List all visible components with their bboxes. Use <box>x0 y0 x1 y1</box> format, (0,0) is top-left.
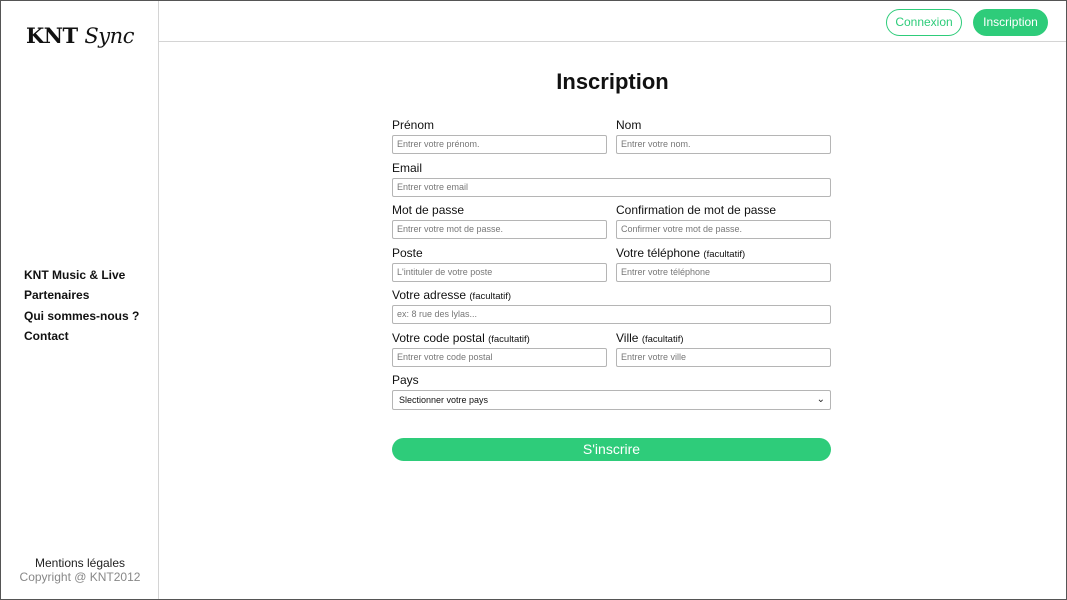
address-label: Votre adresse (facultatif) <box>392 288 511 302</box>
postal-code-input[interactable]: Entrer votre code postal <box>392 348 607 367</box>
chevron-down-icon: ⌄ <box>816 394 825 405</box>
country-label: Pays <box>392 373 419 387</box>
phone-label: Votre téléphone (facultatif) <box>616 246 745 260</box>
legal-notice-link[interactable]: Mentions légales <box>1 556 159 570</box>
nav-item-music-live[interactable]: KNT Music & Live <box>24 267 139 287</box>
city-label-text: Ville <box>616 331 639 345</box>
password-confirm-input[interactable]: Confirmer votre mot de passe. <box>616 220 831 239</box>
email-input[interactable]: Entrer votre email <box>392 178 831 197</box>
password-input[interactable]: Entrer votre mot de passe. <box>392 220 607 239</box>
city-label: Ville (facultatif) <box>616 331 684 345</box>
country-select[interactable]: Slectionner votre pays ⌄ <box>392 390 831 410</box>
address-label-text: Votre adresse <box>392 288 467 302</box>
email-label: Email <box>392 161 423 175</box>
position-input[interactable]: L'intituler de votre poste <box>392 263 607 282</box>
sidebar: KNT Sync KNT Music & Live Partenaires Qu… <box>1 1 159 599</box>
firstname-input[interactable]: Entrer votre prénom. <box>392 135 607 154</box>
firstname-label: Prénom <box>392 118 435 132</box>
sidebar-nav: KNT Music & Live Partenaires Qui sommes-… <box>24 267 139 348</box>
copyright-text: Copyright @ KNT2012 <box>19 570 141 584</box>
postal-code-label-text: Votre code postal <box>392 331 485 345</box>
password-label: Mot de passe <box>392 203 465 217</box>
country-select-value: Slectionner votre pays <box>399 395 489 405</box>
logo-script-text: Sync <box>84 24 134 48</box>
top-bar: Connexion Inscription <box>159 1 1066 42</box>
city-optional-hint: (facultatif) <box>641 334 684 345</box>
city-input[interactable]: Entrer votre ville <box>616 348 831 367</box>
postal-code-label: Votre code postal (facultatif) <box>392 331 530 345</box>
nav-item-contact[interactable]: Contact <box>24 328 139 348</box>
nav-item-about[interactable]: Qui sommes-nous ? <box>24 308 139 328</box>
phone-label-text: Votre téléphone <box>616 246 701 260</box>
address-optional-hint: (facultatif) <box>469 291 512 302</box>
submit-button[interactable]: S'inscrire <box>392 438 831 461</box>
position-label: Poste <box>392 246 423 260</box>
phone-input[interactable]: Entrer votre téléphone <box>616 263 831 282</box>
login-button[interactable]: Connexion <box>886 9 962 36</box>
nav-item-partners[interactable]: Partenaires <box>24 287 139 307</box>
phone-optional-hint: (facultatif) <box>703 249 746 260</box>
password-confirm-label: Confirmation de mot de passe <box>616 203 777 217</box>
lastname-input[interactable]: Entrer votre nom. <box>616 135 831 154</box>
signup-button[interactable]: Inscription <box>973 9 1048 36</box>
address-input[interactable]: ex: 8 rue des lylas... <box>392 305 831 324</box>
postal-code-optional-hint: (facultatif) <box>488 334 530 345</box>
logo-text: KNT <box>26 23 78 48</box>
lastname-label: Nom <box>616 118 642 132</box>
page-title: Inscription <box>556 69 669 94</box>
logo[interactable]: KNT Sync <box>1 23 159 48</box>
